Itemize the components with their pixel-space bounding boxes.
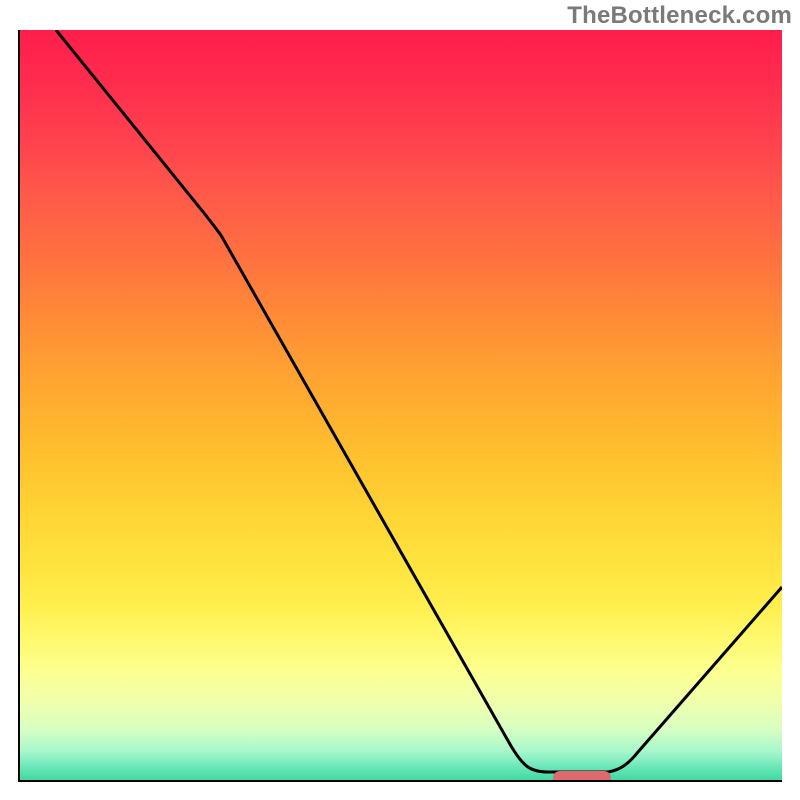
watermark-text: TheBottleneck.com [567, 2, 792, 30]
plot-background-gradient [18, 30, 782, 782]
chart-canvas: TheBottleneck.com [0, 0, 800, 800]
